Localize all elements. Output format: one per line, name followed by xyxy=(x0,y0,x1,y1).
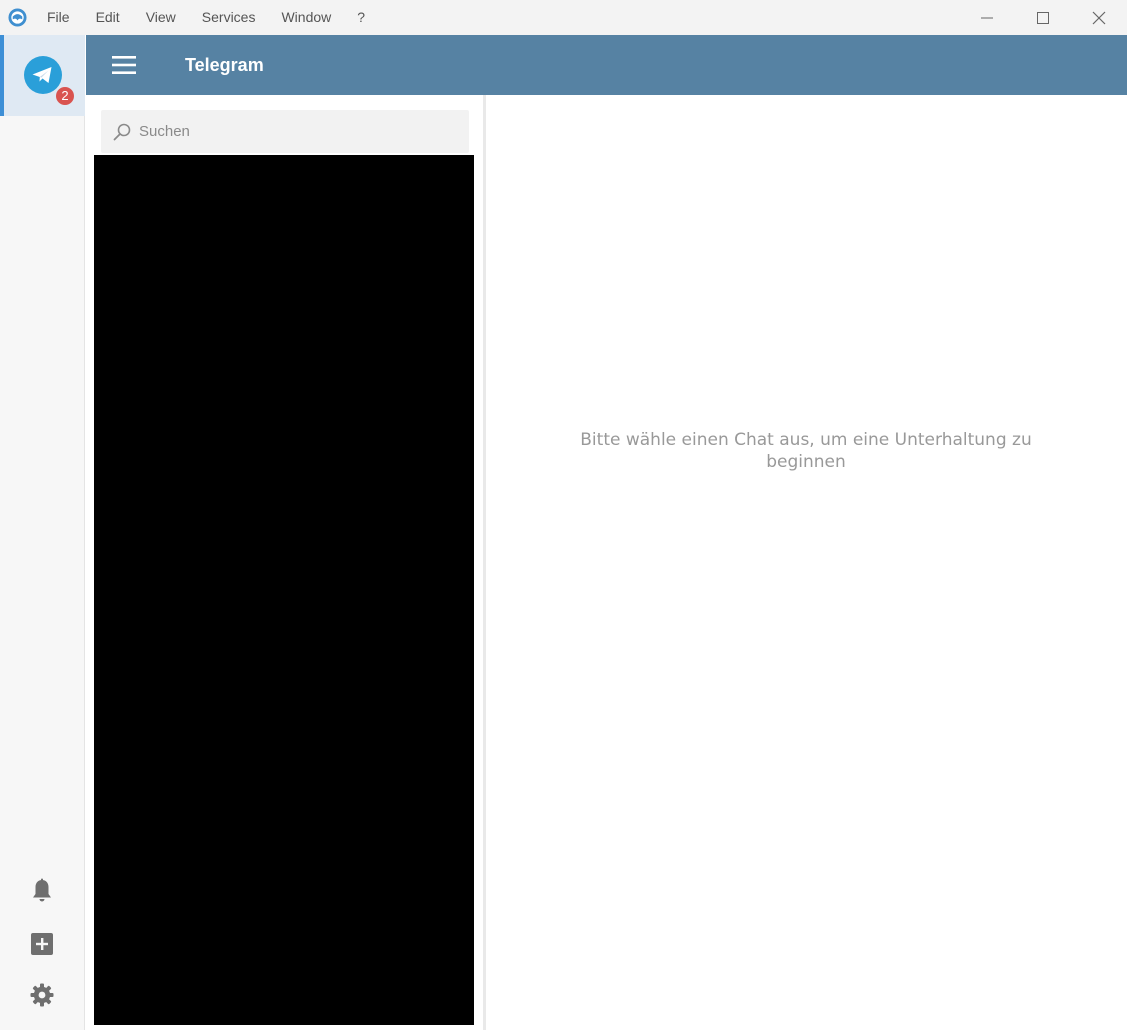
app-logo-icon xyxy=(8,8,27,27)
window-controls xyxy=(959,0,1127,35)
bell-icon xyxy=(33,878,51,902)
close-button[interactable] xyxy=(1071,0,1127,35)
chat-list-redacted[interactable] xyxy=(94,155,474,1025)
gear-icon xyxy=(30,983,54,1007)
hamburger-menu-icon[interactable] xyxy=(112,55,136,75)
close-icon xyxy=(1092,11,1106,24)
search-icon xyxy=(113,123,131,141)
title-bar: File Edit View Services Window ? xyxy=(0,0,1127,35)
maximize-icon xyxy=(1037,11,1049,24)
conversation-area: Bitte wähle einen Chat aus, um eine Unte… xyxy=(486,95,1127,1030)
telegram-header: Telegram xyxy=(86,35,1127,95)
unread-badge: 2 xyxy=(54,85,76,107)
search-bar[interactable] xyxy=(101,110,469,153)
menu-view[interactable]: View xyxy=(133,0,189,35)
settings-button[interactable] xyxy=(29,982,55,1008)
menu-edit[interactable]: Edit xyxy=(83,0,133,35)
empty-state-message: Bitte wähle einen Chat aus, um eine Unte… xyxy=(580,430,1032,472)
menu-services[interactable]: Services xyxy=(189,0,269,35)
maximize-button[interactable] xyxy=(1015,0,1071,35)
search-input[interactable] xyxy=(139,110,459,153)
header-title: Telegram xyxy=(185,55,264,75)
menu-window[interactable]: Window xyxy=(268,0,344,35)
service-tab-telegram[interactable]: 2 xyxy=(0,35,85,116)
menu-bar: File Edit View Services Window ? xyxy=(34,0,378,35)
add-service-button[interactable] xyxy=(29,931,55,957)
menu-help[interactable]: ? xyxy=(344,0,378,35)
notifications-button[interactable] xyxy=(29,878,55,904)
add-service-icon xyxy=(31,933,53,955)
minimize-button[interactable] xyxy=(959,0,1015,35)
chat-list-panel xyxy=(86,95,483,1030)
minimize-icon xyxy=(981,17,993,18)
menu-file[interactable]: File xyxy=(34,0,83,35)
service-sidebar: 2 xyxy=(0,35,85,1030)
